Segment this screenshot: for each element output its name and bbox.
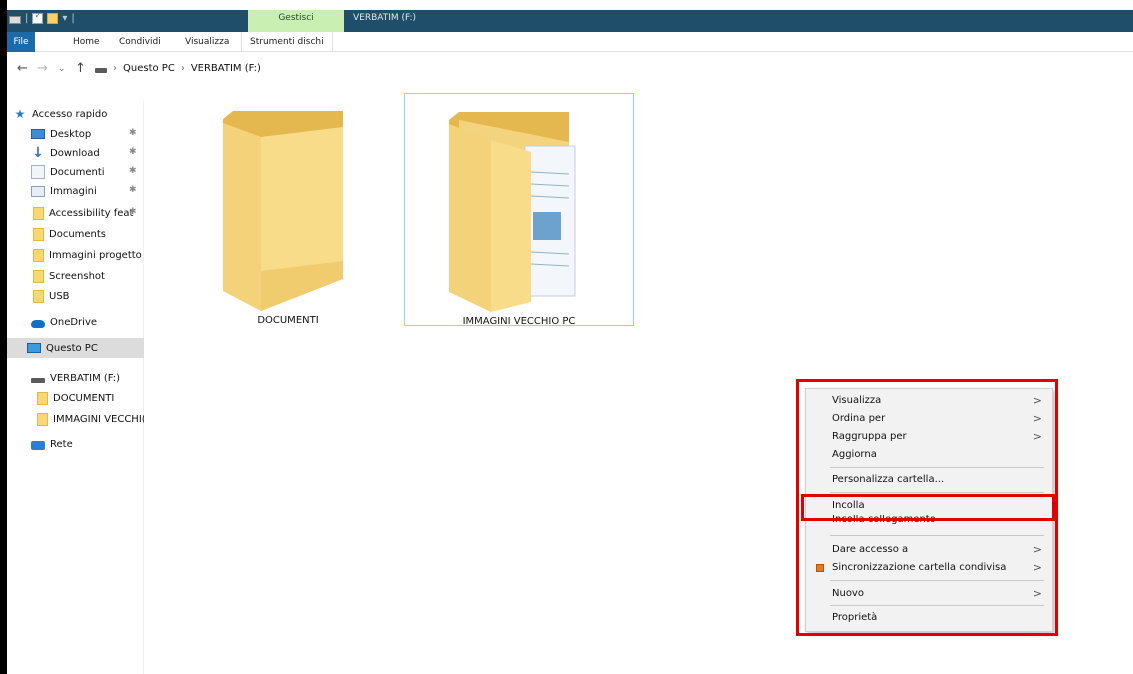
sidebar-item-label: Rete: [50, 438, 73, 450]
tab-condividi[interactable]: Condividi: [111, 32, 169, 52]
folder-tile-immagini-vecchio-pc[interactable]: IMMAGINI VECCHIO PC: [404, 93, 634, 327]
sidebar-item-documents[interactable]: Documents: [33, 224, 144, 244]
title-bar: | ▾ | Gestisci VERBATIM (F:): [7, 10, 1133, 32]
sidebar-item-label: OneDrive: [50, 316, 98, 328]
pin-icon: ✱: [129, 185, 137, 195]
folder-icon: [33, 227, 44, 241]
breadcrumb-separator: ›: [180, 63, 185, 74]
sidebar-item-desktop[interactable]: Desktop: [31, 124, 144, 144]
pin-icon: ✱: [129, 207, 137, 217]
tab-home[interactable]: Home: [65, 32, 108, 52]
pin-icon: ✱: [129, 166, 137, 176]
sidebar-item-label: Accessibility feat: [49, 207, 134, 219]
sidebar-item-label: Desktop: [50, 128, 92, 140]
folder-icon: [33, 206, 44, 220]
sidebar-item-label: VERBATIM (F:): [50, 372, 121, 384]
desktop-icon: [31, 129, 45, 139]
forward-arrow-icon[interactable]: →: [37, 61, 48, 76]
sidebar-item-rete[interactable]: Rete: [31, 434, 144, 454]
sidebar-item-quick-access[interactable]: ★ Accesso rapido: [13, 104, 150, 124]
sidebar-item-immagini[interactable]: Immagini: [31, 181, 144, 201]
sidebar-item-label: Screenshot: [49, 270, 105, 282]
network-icon: [31, 440, 45, 450]
sidebar-item-label: Documents: [49, 228, 107, 240]
contextual-tab-group: Gestisci: [248, 10, 344, 32]
address-bar: ← → ⌄ ↑ › Questo PC › VERBATIM (F:): [7, 58, 1133, 82]
breadcrumb-this-pc[interactable]: Questo PC: [123, 63, 175, 74]
sidebar-item-label: Accesso rapido: [32, 108, 108, 120]
quick-access-toolbar: | ▾ |: [9, 11, 75, 24]
folder-icon: [223, 111, 343, 311]
documents-icon: [31, 165, 45, 179]
breadcrumb[interactable]: › Questo PC › VERBATIM (F:): [95, 63, 261, 74]
sidebar-item-label: DOCUMENTI: [53, 392, 115, 404]
folder-icon: [33, 248, 44, 262]
sidebar-item-verbatim[interactable]: VERBATIM (F:): [31, 368, 144, 388]
navigation-pane: ★ Accesso rapido Desktop ✱ ↓ Download ✱ …: [7, 100, 144, 674]
star-icon: ★: [14, 107, 26, 121]
window-title: VERBATIM (F:): [353, 13, 417, 23]
pin-icon: ✱: [129, 147, 137, 157]
tab-strumenti-dischi[interactable]: Strumenti dischi: [241, 32, 333, 52]
pin-icon: ✱: [129, 128, 137, 138]
properties-icon[interactable]: [32, 11, 44, 24]
sidebar-item-download[interactable]: ↓ Download: [31, 143, 144, 163]
sidebar-item-label: Immagini progetto: [49, 249, 142, 261]
customize-icon[interactable]: ▾: [62, 13, 67, 24]
sidebar-item-this-pc[interactable]: Questo PC: [7, 338, 144, 358]
drive-icon: [31, 378, 45, 383]
sidebar-item-label: USB: [49, 290, 70, 302]
separator: |: [25, 13, 29, 24]
sidebar-item-label: IMMAGINI VECCHI(: [53, 413, 144, 425]
folder-icon: [33, 269, 44, 283]
annotation-highlight-incolla: [801, 494, 1055, 521]
pictures-icon: [31, 185, 45, 197]
folder-icon: [37, 412, 48, 426]
back-arrow-icon[interactable]: ←: [17, 61, 28, 76]
sidebar-item-documenti-drive[interactable]: DOCUMENTI: [37, 388, 144, 408]
separator: |: [71, 13, 75, 24]
folder-with-documents-icon: [449, 112, 576, 312]
sidebar-item-label: Documenti: [50, 166, 105, 178]
folder-tile-documenti[interactable]: DOCUMENTI: [173, 93, 403, 326]
sidebar-item-immagini-progetto[interactable]: Immagini progetto: [33, 245, 144, 265]
sidebar-item-label: Immagini: [50, 185, 97, 197]
up-arrow-icon[interactable]: ↑: [75, 61, 86, 76]
sidebar-item-screenshot[interactable]: Screenshot: [33, 266, 144, 286]
recent-locations-chevron-icon[interactable]: ⌄: [58, 64, 66, 74]
new-folder-icon[interactable]: [47, 13, 59, 24]
sidebar-item-immagini-vecchio[interactable]: IMMAGINI VECCHI(: [37, 409, 144, 429]
sidebar-item-documenti[interactable]: Documenti: [31, 162, 144, 182]
computer-icon: [27, 343, 41, 353]
drive-icon: [9, 15, 21, 24]
sidebar-item-label: Download: [50, 147, 100, 159]
sidebar-item-accessibility[interactable]: Accessibility feat: [33, 203, 144, 223]
breadcrumb-separator: ›: [113, 63, 117, 74]
folder-label: IMMAGINI VECCHIO PC: [462, 316, 576, 327]
tab-file[interactable]: File: [7, 32, 35, 52]
tab-visualizza[interactable]: Visualizza: [177, 32, 237, 52]
folder-icon: [37, 391, 48, 405]
sidebar-item-usb[interactable]: USB: [33, 286, 144, 306]
folder-label: DOCUMENTI: [257, 315, 319, 326]
sidebar-item-onedrive[interactable]: OneDrive: [31, 312, 144, 332]
drive-icon: [95, 68, 107, 73]
sidebar-item-label: Questo PC: [46, 342, 98, 354]
download-icon: ↓: [32, 145, 44, 161]
folder-icon: [33, 289, 44, 303]
window-edge: [0, 0, 7, 674]
cloud-icon: [31, 319, 45, 328]
ribbon-tabs: File Home Condividi Visualizza Strumenti…: [7, 32, 1133, 52]
breadcrumb-verbatim[interactable]: VERBATIM (F:): [191, 63, 261, 74]
